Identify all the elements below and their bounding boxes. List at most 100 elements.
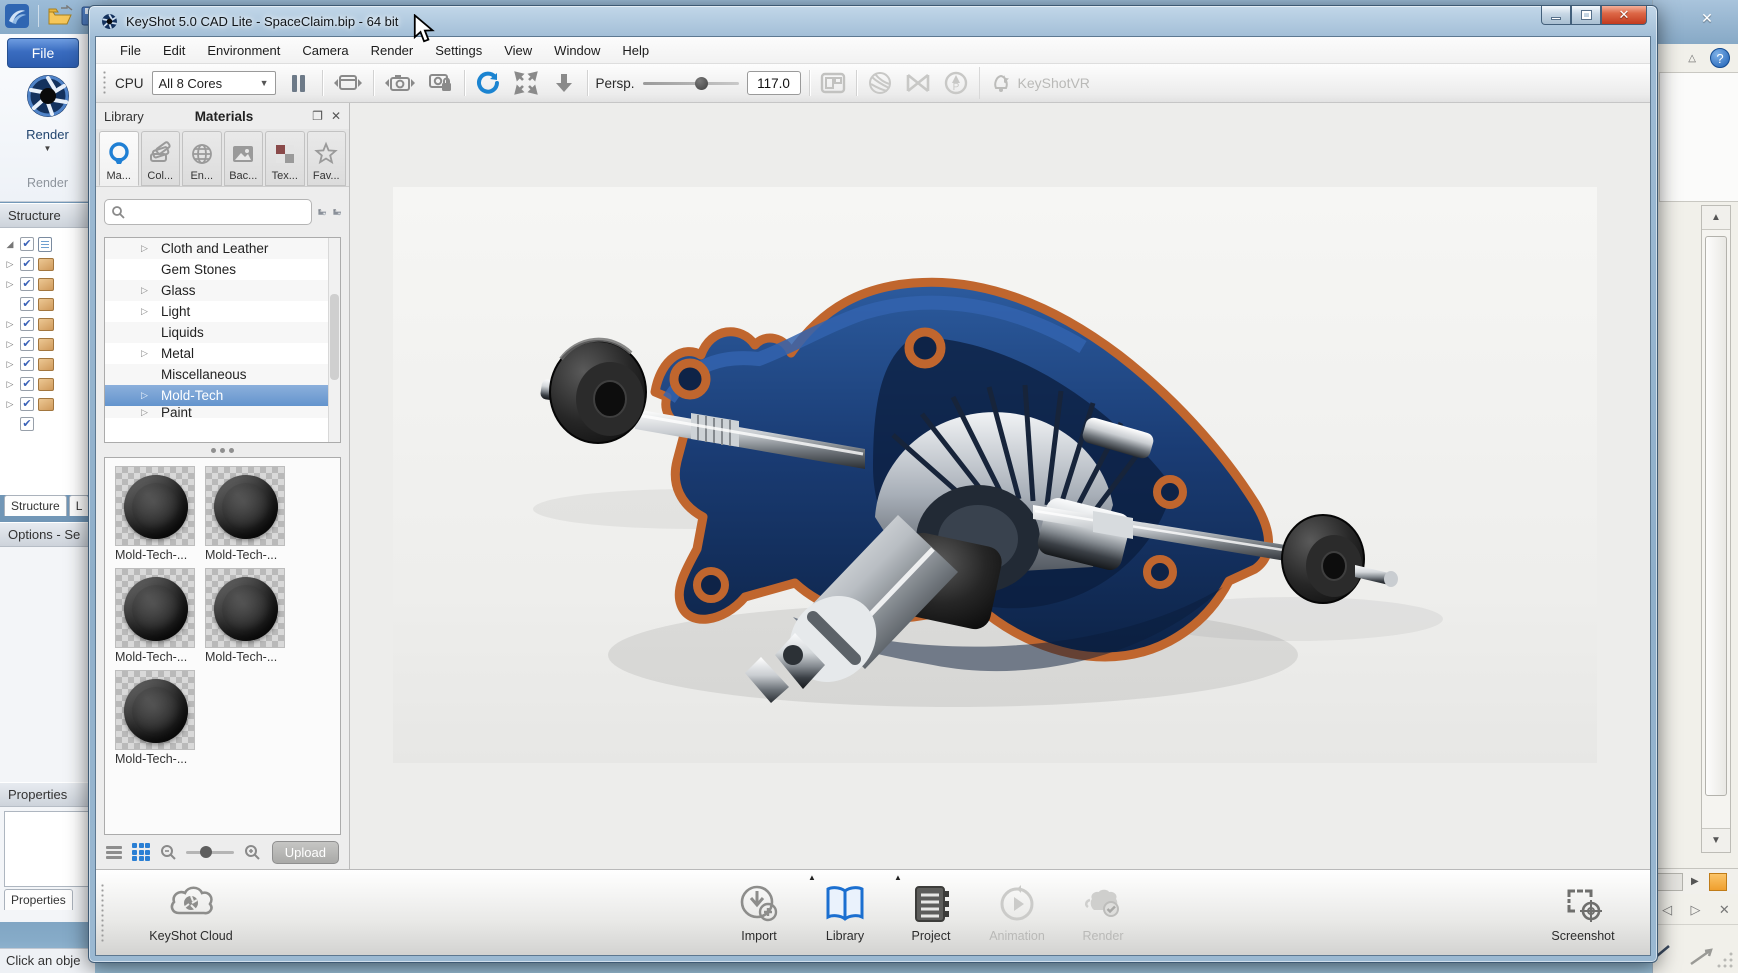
camera-step-button[interactable]	[382, 69, 418, 97]
open-file-icon[interactable]	[47, 5, 73, 27]
realtime-viewport[interactable]	[350, 103, 1650, 869]
dock-import[interactable]: Import	[716, 883, 802, 943]
render-options-button[interactable]: P	[941, 69, 971, 97]
checkbox-checked[interactable]: ✔	[20, 377, 34, 391]
menu-file[interactable]: File	[110, 39, 151, 62]
checkbox-checked[interactable]: ✔	[20, 237, 34, 251]
material-preview[interactable]	[205, 568, 285, 648]
material-thumbnail[interactable]: Mold-Tech-...	[205, 568, 285, 670]
remove-folder-icon[interactable]	[333, 203, 342, 221]
region-render-button[interactable]	[818, 69, 848, 97]
material-preview[interactable]	[115, 466, 195, 546]
hide-ui-button[interactable]	[549, 69, 579, 97]
background-horizontal-scrollbar[interactable]: ▶	[1653, 868, 1738, 894]
expand-arrow-icon[interactable]: ▷	[4, 279, 16, 290]
structure-tree-row[interactable]: ✔	[4, 294, 94, 314]
expand-arrow-icon[interactable]: ▷	[141, 348, 148, 359]
nav-forward-icon[interactable]: ▷	[1691, 902, 1701, 918]
panel-splitter[interactable]	[96, 443, 349, 457]
pause-button[interactable]	[284, 69, 314, 97]
menu-environment[interactable]: Environment	[197, 39, 290, 62]
material-thumbnail[interactable]: Mold-Tech-...	[115, 670, 195, 772]
tab-textures[interactable]: Tex...	[265, 131, 305, 186]
tree-item-glass[interactable]: ▷Glass	[105, 280, 340, 301]
expand-arrow-icon[interactable]: ▷	[4, 339, 16, 350]
upload-button[interactable]: Upload	[272, 841, 339, 864]
material-preview[interactable]	[205, 466, 285, 546]
float-panel-icon[interactable]: ❐	[312, 109, 323, 123]
tree-item-cloth-and-leather[interactable]: ▷Cloth and Leather	[105, 238, 340, 259]
dock-library[interactable]: ▲ Library	[802, 883, 888, 943]
expand-arrow-icon[interactable]: ▷	[141, 285, 148, 296]
tab-layers-partial[interactable]: L	[69, 495, 90, 516]
expand-arrow-icon[interactable]: ▷	[141, 306, 148, 317]
tree-item-miscellaneous[interactable]: Miscellaneous	[105, 364, 340, 385]
checkbox-checked[interactable]: ✔	[20, 337, 34, 351]
thumbnail-size-slider[interactable]	[186, 851, 234, 854]
environment-sphere-button[interactable]	[865, 69, 895, 97]
scrollbar-thumb[interactable]	[330, 294, 339, 380]
spaceclaim-render-button[interactable]: Render ▼	[0, 72, 95, 153]
checkbox-checked[interactable]: ✔	[20, 257, 34, 271]
structure-tree-row[interactable]: ✔	[4, 414, 94, 434]
dock-project[interactable]: ▲ Project	[888, 883, 974, 943]
persp-slider-knob[interactable]	[695, 77, 708, 90]
tree-item-paint[interactable]: ▷Paint	[105, 406, 340, 418]
menu-edit[interactable]: Edit	[153, 39, 195, 62]
cores-dropdown[interactable]: All 8 Cores ▼	[152, 71, 276, 95]
keyshotvr-button[interactable]: KeyShotVR	[979, 67, 1100, 99]
nav-back-icon[interactable]: ◁	[1662, 902, 1672, 918]
background-vertical-scrollbar[interactable]: ▲ ▼	[1701, 205, 1731, 853]
material-thumbnail[interactable]: Mold-Tech-...	[115, 568, 195, 670]
menu-view[interactable]: View	[494, 39, 542, 62]
expand-arrow-icon[interactable]: ▷	[4, 259, 16, 270]
expand-arrow-icon[interactable]: ▷	[4, 379, 16, 390]
material-preview[interactable]	[115, 568, 195, 648]
ribbon-collapse-icon[interactable]: △	[1688, 53, 1696, 64]
tab-structure[interactable]: Structure	[4, 495, 67, 516]
tab-favorites[interactable]: Fav...	[307, 131, 347, 186]
tree-item-metal[interactable]: ▷Metal	[105, 343, 340, 364]
expand-arrow-icon[interactable]: ▷	[4, 319, 16, 330]
render-queue-button[interactable]	[331, 69, 365, 97]
fullscreen-button[interactable]	[511, 69, 541, 97]
expand-arrow-icon[interactable]: ▷	[141, 390, 148, 401]
tree-scrollbar[interactable]	[328, 238, 340, 442]
structure-tree-row[interactable]: ▷✔	[4, 334, 94, 354]
menu-help[interactable]: Help	[612, 39, 659, 62]
scroll-down-icon[interactable]: ▼	[1702, 828, 1730, 852]
tab-environments[interactable]: En...	[182, 131, 222, 186]
checkbox-checked[interactable]: ✔	[20, 417, 34, 431]
dock-grip[interactable]	[100, 883, 105, 943]
tab-materials[interactable]: Ma...	[99, 131, 139, 186]
expand-arrow-icon[interactable]: ▷	[4, 399, 16, 410]
grid-view-button[interactable]	[132, 843, 150, 861]
background-close-button[interactable]: ✕	[1690, 8, 1724, 30]
color-swatch[interactable]	[1709, 873, 1727, 891]
menu-camera[interactable]: Camera	[292, 39, 358, 62]
toolbar-grip[interactable]	[102, 70, 107, 96]
material-thumbnail[interactable]: Mold-Tech-...	[205, 466, 285, 568]
structure-tree-row[interactable]: ▷✔	[4, 254, 94, 274]
close-button[interactable]: ✕	[1601, 6, 1647, 25]
checkbox-checked[interactable]: ✔	[20, 397, 34, 411]
dock-screenshot[interactable]: Screenshot	[1540, 883, 1626, 943]
tree-item-mold-tech-selected[interactable]: ▷Mold-Tech	[105, 385, 340, 406]
list-view-button[interactable]	[106, 844, 122, 861]
maximize-button[interactable]	[1571, 6, 1601, 25]
scrollbar-thumb[interactable]	[1657, 873, 1683, 891]
structure-tree-root-row[interactable]: ◢✔	[4, 234, 94, 254]
reset-camera-button[interactable]	[473, 69, 503, 97]
titlebar[interactable]: KeyShot 5.0 CAD Lite - SpaceClaim.bip - …	[89, 6, 1657, 36]
file-tab[interactable]: File	[7, 38, 79, 68]
persp-slider[interactable]	[643, 82, 739, 85]
structure-tree-row[interactable]: ▷✔	[4, 354, 94, 374]
expand-arrow-icon[interactable]: ▷	[141, 243, 148, 254]
vr-loop-button[interactable]	[903, 69, 933, 97]
lock-camera-button[interactable]	[426, 69, 456, 97]
tree-item-light[interactable]: ▷Light	[105, 301, 340, 322]
checkbox-checked[interactable]: ✔	[20, 357, 34, 371]
tab-backplates[interactable]: Bac...	[224, 131, 264, 186]
tree-item-gem-stones[interactable]: Gem Stones	[105, 259, 340, 280]
add-folder-icon[interactable]	[318, 203, 327, 221]
